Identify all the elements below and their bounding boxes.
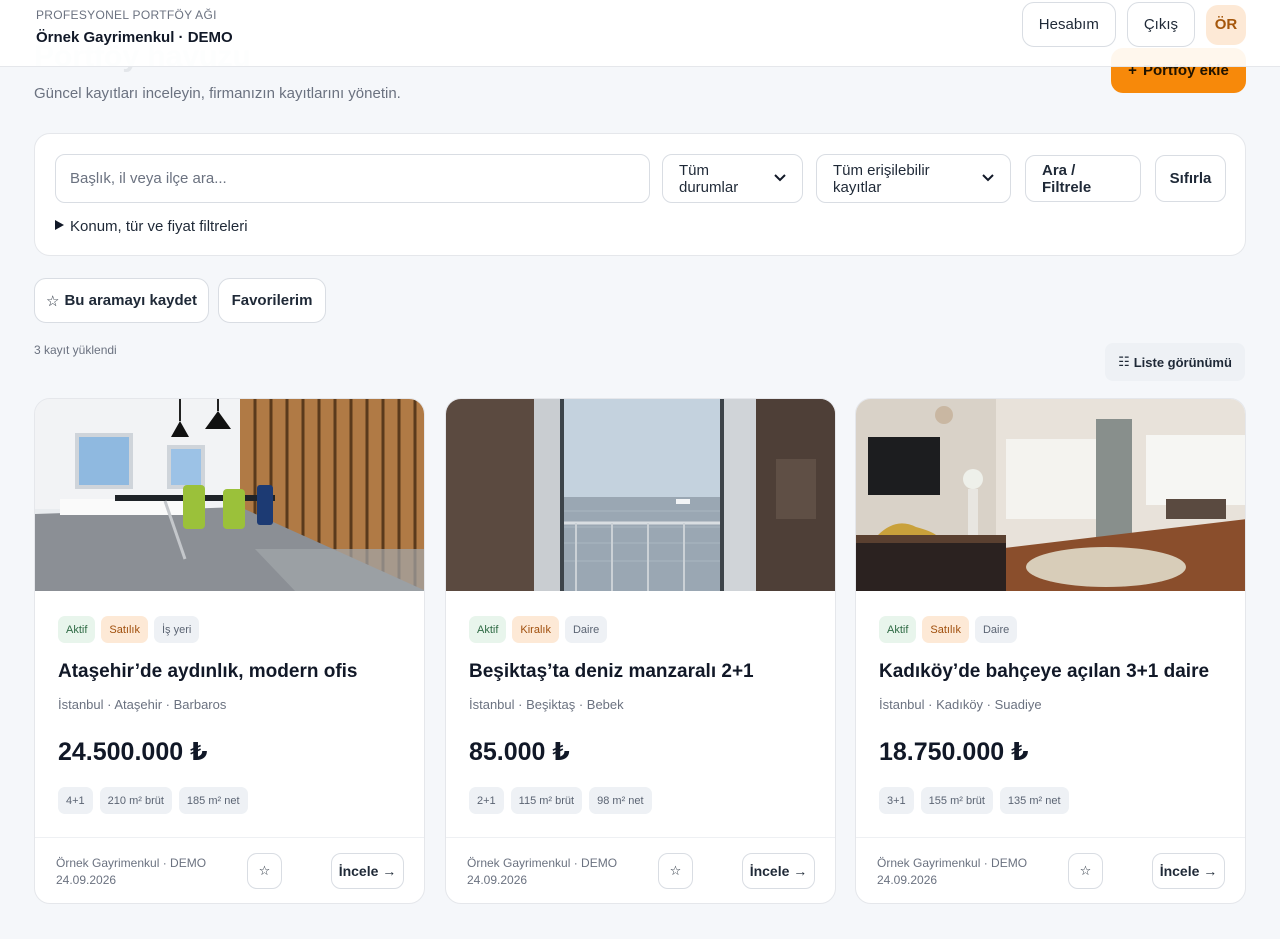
access-select[interactable]: Tüm erişilebilir kayıtlar — [816, 154, 1011, 203]
listing-title[interactable]: Kadıköy’de bahçeye açılan 3+1 daire — [879, 661, 1209, 683]
filter-panel: Tüm durumlar Tüm erişilebilir kayıtlar A… — [34, 133, 1246, 256]
network-label: PROFESYONEL PORTFÖY AĞI — [36, 8, 217, 22]
deal-badge: Kiralık — [512, 616, 559, 643]
rooms-chip: 2+1 — [469, 787, 504, 814]
listing-price: 18.750.000 ₺ — [879, 738, 1029, 766]
triangle-right-icon — [55, 220, 64, 233]
type-badge: Daire — [974, 616, 1018, 643]
listing-date: 24.09.2026 — [467, 873, 528, 887]
listing-price: 24.500.000 ₺ — [58, 738, 208, 766]
deal-badge: Satılık — [101, 616, 148, 643]
top-actions: Hesabım Çıkış ÖR — [1021, 2, 1246, 47]
listing-specs: 4+1 210 m² brüt 185 m² net — [58, 787, 248, 814]
favorite-button[interactable]: ☆ — [247, 853, 282, 889]
net-area-chip: 185 m² net — [178, 787, 248, 814]
listing-photo[interactable] — [446, 399, 835, 591]
card-footer: Örnek Gayrimenkul · DEMO 24.09.2026 ☆ İn… — [856, 837, 1245, 903]
type-badge: Daire — [564, 616, 608, 643]
listing-badges: Aktif Kiralık Daire — [469, 616, 608, 643]
view-listing-button[interactable]: İncele → — [742, 853, 815, 889]
company-name: Örnek Gayrimenkul · DEMO — [36, 29, 233, 46]
search-input[interactable] — [55, 154, 650, 203]
card-footer: Örnek Gayrimenkul · DEMO 24.09.2026 ☆ İn… — [446, 837, 835, 903]
listing-agency: Örnek Gayrimenkul · DEMO — [467, 856, 618, 870]
listing-price: 85.000 ₺ — [469, 738, 570, 766]
listing-agency: Örnek Gayrimenkul · DEMO — [877, 856, 1028, 870]
listing-photo[interactable] — [856, 399, 1245, 591]
listing-specs: 3+1 155 m² brüt 135 m² net — [879, 787, 1069, 814]
type-badge: İş yeri — [153, 616, 200, 643]
listing-location: İstanbul · Beşiktaş · Bebek — [469, 697, 624, 712]
net-area-chip: 135 m² net — [999, 787, 1069, 814]
status-select[interactable]: Tüm durumlar — [662, 154, 803, 203]
star-icon: ☆ — [45, 292, 60, 310]
reset-button[interactable]: Sıfırla — [1155, 155, 1226, 202]
advanced-filters-toggle[interactable]: Konum, tür ve fiyat filtreleri — [55, 218, 248, 235]
favorite-button[interactable]: ☆ — [658, 853, 693, 889]
gross-area-chip: 115 m² brüt — [510, 787, 583, 814]
search-filter-button[interactable]: Ara / Filtrele — [1025, 155, 1141, 202]
listing-location: İstanbul · Ataşehir · Barbaros — [58, 697, 227, 712]
top-bar: PROFESYONEL PORTFÖY AĞI Örnek Gayrimenku… — [0, 0, 1280, 67]
listing-card[interactable]: Aktif Kiralık Daire Beşiktaş’ta deniz ma… — [445, 398, 836, 904]
net-area-chip: 98 m² net — [589, 787, 652, 814]
listing-agency: Örnek Gayrimenkul · DEMO — [56, 856, 207, 870]
listing-photo[interactable] — [35, 399, 424, 591]
listing-card[interactable]: Aktif Satılık Daire Kadıköy’de bahçeye a… — [855, 398, 1246, 904]
card-footer: Örnek Gayrimenkul · DEMO 24.09.2026 ☆ İn… — [35, 837, 424, 903]
status-badge: Aktif — [879, 616, 917, 643]
listing-location: İstanbul · Kadıköy · Suadiye — [879, 697, 1042, 712]
result-count: 3 kayıt yüklendi — [34, 343, 117, 357]
listing-badges: Aktif Satılık Daire — [879, 616, 1018, 643]
rooms-chip: 4+1 — [58, 787, 93, 814]
deal-badge: Satılık — [922, 616, 969, 643]
advanced-filters-label: Konum, tür ve fiyat filtreleri — [70, 218, 248, 235]
status-badge: Aktif — [469, 616, 507, 643]
rooms-chip: 3+1 — [879, 787, 914, 814]
list-view-toggle[interactable]: ☷ Liste görünümü — [1105, 343, 1245, 381]
avatar[interactable]: ÖR — [1206, 4, 1246, 45]
gross-area-chip: 155 m² brüt — [920, 787, 993, 814]
view-listing-button[interactable]: İncele → — [1152, 853, 1225, 889]
listing-date: 24.09.2026 — [877, 873, 938, 887]
star-icon: ☆ — [669, 863, 682, 878]
star-icon: ☆ — [1079, 863, 1092, 878]
listing-date: 24.09.2026 — [56, 873, 117, 887]
save-search-button[interactable]: ☆ Bu aramayı kaydet — [34, 278, 209, 323]
listing-badges: Aktif Satılık İş yeri — [58, 616, 200, 643]
account-button[interactable]: Hesabım — [1021, 2, 1116, 47]
listing-card[interactable]: Aktif Satılık İş yeri Ataşehir’de aydınl… — [34, 398, 425, 904]
view-listing-button[interactable]: İncele → — [331, 853, 404, 889]
listing-title[interactable]: Ataşehir’de aydınlık, modern ofis — [58, 661, 358, 683]
listing-specs: 2+1 115 m² brüt 98 m² net — [469, 787, 652, 814]
listing-title[interactable]: Beşiktaş’ta deniz manzaralı 2+1 — [469, 661, 754, 683]
list-view-label: Liste görünümü — [1133, 354, 1232, 370]
access-select-value: Tüm erişilebilir kayıtlar — [833, 161, 930, 196]
chevron-down-icon — [982, 173, 994, 185]
status-badge: Aktif — [58, 616, 96, 643]
logout-button[interactable]: Çıkış — [1126, 2, 1195, 47]
favorites-button[interactable]: Favorilerim — [218, 278, 326, 323]
save-search-label: Bu aramayı kaydet — [64, 292, 198, 309]
gross-area-chip: 210 m² brüt — [99, 787, 172, 814]
star-icon: ☆ — [258, 863, 271, 878]
page-subtitle: Güncel kayıtları inceleyin, firmanızın k… — [34, 85, 401, 102]
status-select-value: Tüm durumlar — [679, 161, 739, 196]
list-icon: ☷ — [1118, 354, 1130, 369]
favorite-button[interactable]: ☆ — [1068, 853, 1103, 889]
chevron-down-icon — [774, 173, 786, 185]
